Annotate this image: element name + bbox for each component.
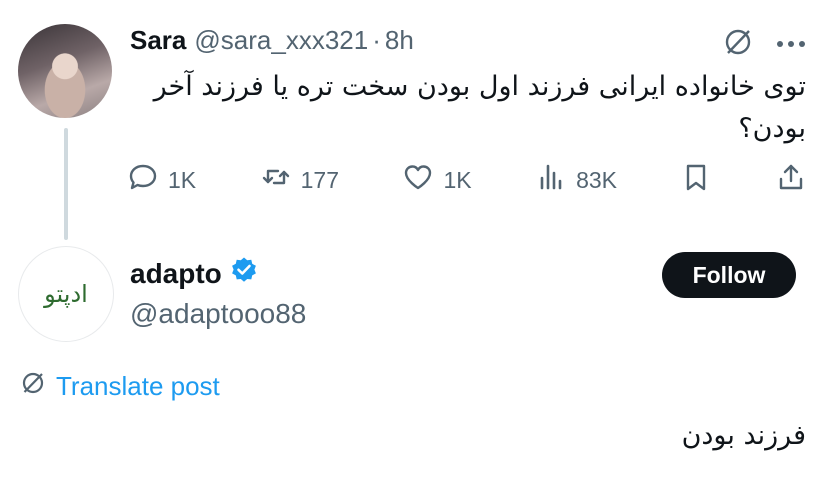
translate-icon xyxy=(20,370,46,403)
share-button[interactable] xyxy=(776,162,806,198)
reply-count: 1K xyxy=(168,166,197,193)
translate-post-label: Translate post xyxy=(56,371,220,401)
reply-author-name[interactable]: adapto xyxy=(130,258,222,290)
reply-text: فرزند بودن xyxy=(681,420,806,451)
bookmark-button[interactable] xyxy=(681,162,711,198)
retweet-count: 177 xyxy=(300,166,339,193)
views-icon xyxy=(536,162,566,198)
share-icon xyxy=(776,162,806,198)
tweet-text: توی خانواده ایرانی فرزند اول بودن سخت تر… xyxy=(153,71,806,144)
views-count: 83K xyxy=(576,166,617,193)
views-button[interactable]: 83K xyxy=(536,162,617,198)
like-button[interactable]: 1K xyxy=(403,162,472,198)
translate-icon[interactable] xyxy=(722,26,754,63)
reply-author-row: adapto xyxy=(130,256,258,291)
retweet-icon xyxy=(261,162,291,198)
bookmark-icon xyxy=(681,162,711,198)
parent-tweet-header: Sara @sara_xxx321 · 8h xyxy=(130,24,414,56)
like-icon xyxy=(403,162,433,198)
tweet-time[interactable]: 8h xyxy=(385,25,414,56)
reply-button[interactable]: 1K xyxy=(128,162,196,198)
author-name[interactable]: Sara xyxy=(130,25,186,56)
avatar-adapto[interactable]: ادپتو xyxy=(18,246,114,342)
verified-badge-icon xyxy=(230,256,258,291)
tweet-actions: 1K 177 1K 83K xyxy=(128,162,806,198)
retweet-button[interactable]: 177 xyxy=(261,162,339,198)
author-handle[interactable]: @sara_xxx321 xyxy=(194,25,368,56)
tweet-top-icons xyxy=(722,26,806,63)
translate-post-link[interactable]: Translate post xyxy=(20,370,220,403)
reply-icon xyxy=(128,162,158,198)
thread-line xyxy=(64,128,68,240)
adapto-logo: ادپتو xyxy=(44,280,88,308)
like-count: 1K xyxy=(443,166,472,193)
follow-button[interactable]: Follow xyxy=(662,252,796,298)
avatar-sara[interactable] xyxy=(18,24,112,118)
more-icon[interactable] xyxy=(776,36,806,54)
separator-dot: · xyxy=(372,24,381,55)
reply-author-handle[interactable]: @adaptooo88 xyxy=(130,298,306,330)
